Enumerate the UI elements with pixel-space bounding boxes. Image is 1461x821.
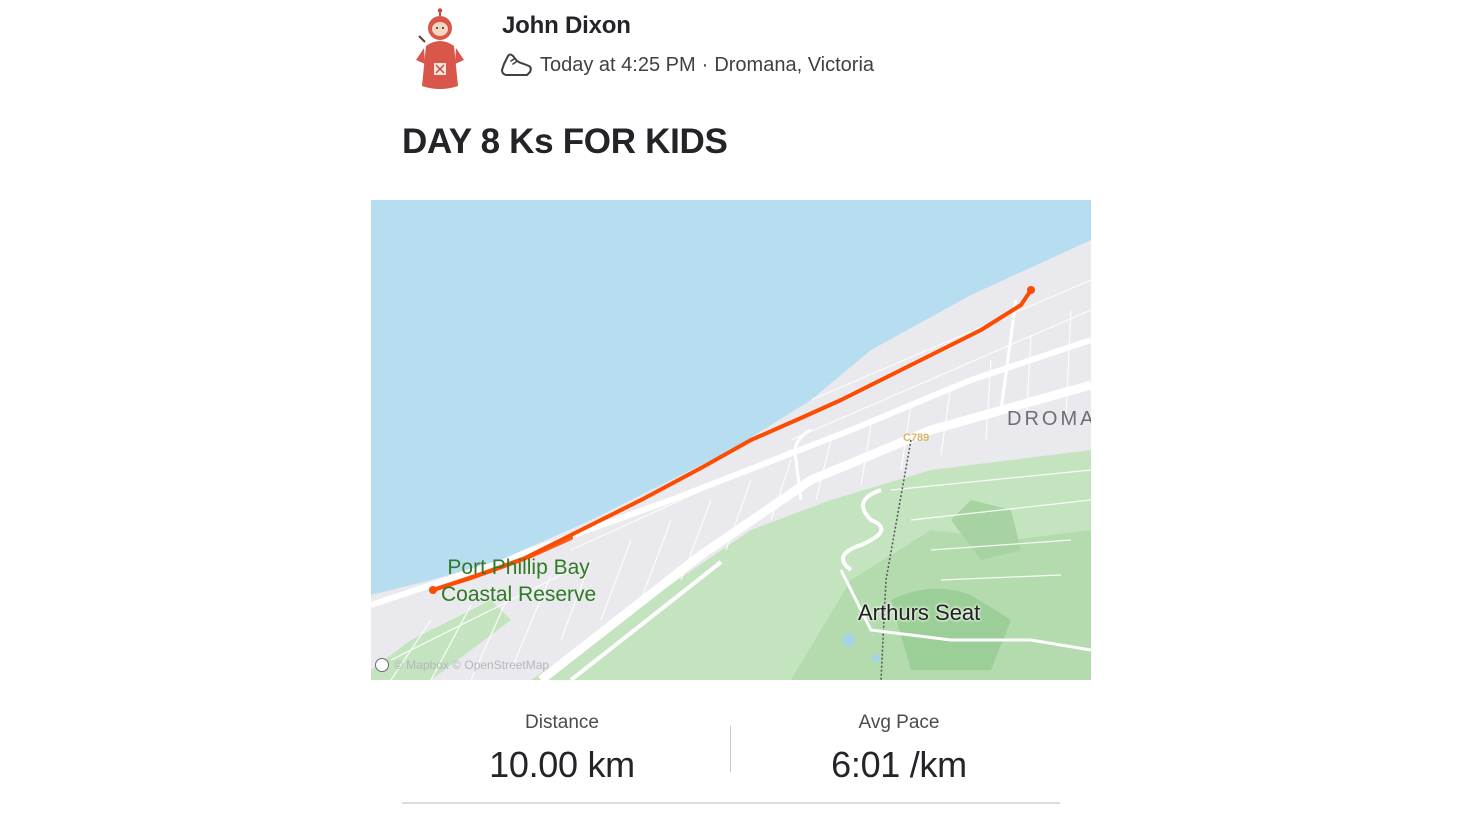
map-label-road: C789	[903, 432, 930, 444]
map-label-town: DROMA	[1007, 408, 1091, 430]
stat-distance: Distance 10.00 km	[412, 712, 712, 786]
athlete-name[interactable]: John Dixon	[502, 12, 631, 40]
stat-divider	[730, 726, 731, 772]
map-label-reserve-line1: Port Phillip Bay	[447, 556, 590, 579]
map-attribution-text[interactable]: © Mapbox © OpenStreetMap	[394, 658, 549, 672]
athlete-avatar[interactable]	[405, 8, 475, 90]
map-attribution[interactable]: © Mapbox © OpenStreetMap	[375, 658, 549, 672]
activity-title[interactable]: DAY 8 Ks FOR KIDS	[402, 122, 728, 162]
stat-value: 10.00 km	[489, 744, 635, 785]
activity-timestamp: Today at 4:25 PM	[540, 53, 696, 76]
route-end-marker	[1027, 286, 1035, 294]
map-label-reserve-line2: Coastal Reserve	[441, 583, 597, 606]
activity-meta: Today at 4:25 PM · Dromana, Victoria	[500, 50, 874, 80]
map-canvas	[371, 200, 1091, 680]
stat-value: 6:01 /km	[831, 744, 967, 785]
run-shoe-icon	[501, 53, 532, 76]
stat-label: Avg Pace	[858, 712, 940, 733]
divider	[402, 802, 1060, 804]
map-label-peak: Arthurs Seat	[858, 600, 981, 625]
mapbox-logo-icon[interactable]	[375, 658, 389, 672]
meta-separator: ·	[701, 53, 709, 76]
stat-label: Distance	[525, 712, 599, 733]
route-map[interactable]: Port Phillip Bay Coastal Reserve Arthurs…	[371, 200, 1091, 680]
route-start-marker	[429, 586, 437, 594]
stat-avg-pace: Avg Pace 6:01 /km	[749, 712, 1049, 786]
activity-location: Dromana, Victoria	[714, 53, 875, 76]
map-label-reserve: Port Phillip Bay Coastal Reserve	[441, 554, 596, 608]
